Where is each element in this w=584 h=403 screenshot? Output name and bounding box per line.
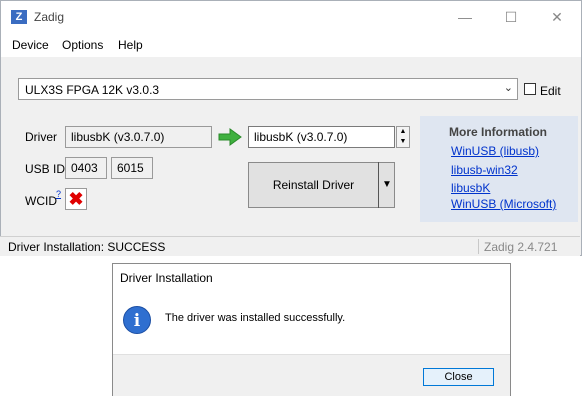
link-libusbk[interactable]: libusbK: [451, 181, 490, 195]
menu-options[interactable]: Options: [62, 38, 103, 52]
version-text: Zadig 2.4.721: [484, 240, 558, 254]
wcid-help-link[interactable]: ?: [56, 189, 61, 199]
target-driver-field[interactable]: libusbK (v3.0.7.0): [248, 126, 395, 148]
device-selected-value: ULX3S FPGA 12K v3.0.3: [25, 83, 160, 97]
current-driver-field: libusbK (v3.0.7.0): [65, 126, 212, 148]
edit-label: Edit: [540, 84, 561, 98]
edit-checkbox[interactable]: [524, 83, 536, 95]
window-title: Zadig: [34, 10, 65, 24]
more-info-title: More Information: [449, 125, 547, 139]
spin-down-icon[interactable]: ▼: [397, 137, 409, 147]
link-winusb-microsoft[interactable]: WinUSB (Microsoft): [451, 197, 556, 211]
dialog-title: Driver Installation: [120, 271, 213, 285]
status-bar: Driver Installation: SUCCESS Zadig 2.4.7…: [0, 236, 580, 256]
driver-spinner[interactable]: ▲ ▼: [396, 126, 410, 148]
zadig-app-icon: Z: [11, 10, 27, 24]
close-window-button[interactable]: ✕: [534, 1, 580, 33]
device-dropdown[interactable]: ULX3S FPGA 12K v3.0.3 ⌄: [18, 78, 518, 100]
driver-label: Driver: [25, 130, 57, 144]
usb-id-label: USB ID: [25, 162, 66, 176]
reinstall-button-label: Reinstall Driver: [272, 178, 355, 192]
menu-device[interactable]: Device: [12, 38, 49, 52]
reinstall-options-dropdown[interactable]: ▼: [378, 162, 395, 208]
reinstall-driver-button[interactable]: Reinstall Driver: [248, 162, 395, 208]
information-icon: i: [123, 306, 151, 334]
usb-pid-field: 6015: [111, 157, 153, 179]
link-libusb-win32[interactable]: libusb-win32: [451, 163, 518, 177]
maximize-button[interactable]: ☐: [488, 1, 534, 33]
dropdown-arrow-icon: ▼: [382, 179, 392, 190]
title-bar: Z Zadig — ☐ ✕: [1, 1, 581, 33]
menu-bar: Device Options Help: [1, 33, 581, 57]
spin-up-icon[interactable]: ▲: [397, 127, 409, 137]
status-text: Driver Installation: SUCCESS: [8, 240, 166, 254]
menu-help[interactable]: Help: [118, 38, 143, 52]
wcid-label: WCID: [25, 194, 57, 208]
chevron-down-icon: ⌄: [503, 82, 513, 94]
usb-vid-field: 0403: [65, 157, 107, 179]
wcid-status-x-icon: ✖: [65, 188, 87, 210]
status-separator: [478, 239, 479, 254]
link-winusb-libusb[interactable]: WinUSB (libusb): [451, 144, 539, 158]
dialog-message: The driver was installed successfully.: [165, 312, 346, 324]
arrow-right-icon: [218, 128, 242, 146]
dialog-close-button[interactable]: Close: [423, 368, 494, 386]
minimize-button[interactable]: —: [442, 1, 488, 33]
